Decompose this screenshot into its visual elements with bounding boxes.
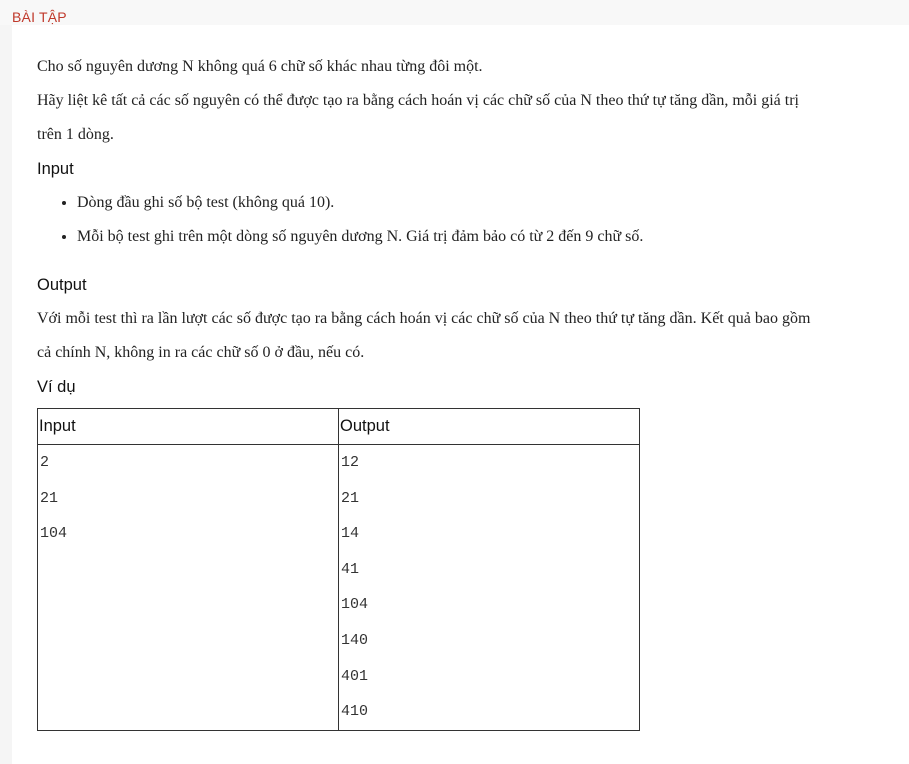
output-description-line-1: Với mỗi test thì ra lần lượt các số được… — [37, 310, 811, 327]
problem-task-line-2: trên 1 dòng. — [37, 126, 114, 143]
example-output-line: 14 — [341, 525, 360, 543]
example-table-header-row: Input Output — [37, 408, 640, 445]
example-output-line: 410 — [341, 703, 369, 721]
example-table: Input Output 2 21 104 12 21 14 41 104 14… — [37, 408, 640, 731]
example-output-column-header: Output — [338, 408, 640, 445]
example-output-line: 21 — [341, 489, 360, 507]
input-bullet-list: Dòng đầu ghi số bộ test (không quá 10). … — [37, 186, 887, 254]
input-bullet-item: Dòng đầu ghi số bộ test (không quá 10). — [77, 186, 887, 220]
example-output-line: 41 — [341, 560, 360, 578]
example-input-cell: 2 21 104 — [37, 444, 339, 731]
example-output-line: 12 — [341, 454, 360, 471]
left-margin-stripe — [0, 25, 12, 764]
output-heading: Output — [37, 276, 87, 294]
problem-task-line-1: Hãy liệt kê tất cả các số nguyên có thể … — [37, 92, 799, 109]
example-output-line: 104 — [341, 596, 369, 614]
example-input-line: 104 — [40, 525, 68, 543]
problem-intro: Cho số nguyên dương N không quá 6 chữ số… — [37, 58, 483, 75]
example-input-line: 2 — [40, 454, 50, 471]
example-input-line: 21 — [40, 489, 59, 507]
example-table-body-row: 2 21 104 12 21 14 41 104 140 401 410 — [37, 444, 640, 731]
example-input-column-header: Input — [37, 408, 339, 445]
problem-content: Cho số nguyên dương N không quá 6 chữ số… — [37, 50, 887, 731]
example-output-line: 140 — [341, 631, 369, 649]
section-label: BÀI TẬP — [12, 9, 67, 25]
input-heading: Input — [37, 160, 74, 178]
output-description-line-2: cả chính N, không in ra các chữ số 0 ở đ… — [37, 344, 365, 361]
input-bullet-item: Mỗi bộ test ghi trên một dòng số nguyên … — [77, 220, 887, 254]
example-output-cell: 12 21 14 41 104 140 401 410 — [338, 444, 640, 731]
header-bar — [0, 0, 909, 25]
example-heading: Ví dụ — [37, 378, 76, 396]
example-output-line: 401 — [341, 667, 369, 685]
